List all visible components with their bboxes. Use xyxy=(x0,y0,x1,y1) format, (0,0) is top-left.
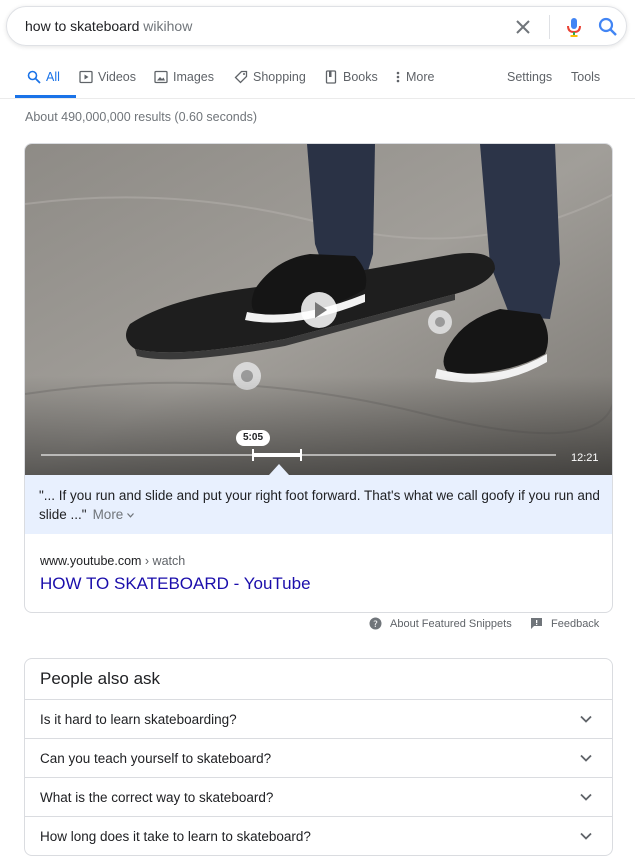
tab-videos[interactable]: Videos xyxy=(79,56,136,98)
paa-title: People also ask xyxy=(40,669,161,688)
play-button[interactable] xyxy=(301,292,337,328)
search-input[interactable]: how to skateboard wikihow xyxy=(25,18,192,34)
tab-more[interactable]: More xyxy=(394,56,434,98)
tab-settings-label: Settings xyxy=(507,70,553,84)
help-icon: ? xyxy=(369,617,382,630)
tab-videos-label: Videos xyxy=(98,70,136,84)
paa-question-row[interactable]: What is the correct way to skateboard? xyxy=(25,777,612,816)
search-icon[interactable] xyxy=(597,16,619,38)
paa-question: Is it hard to learn skateboarding? xyxy=(40,712,237,727)
tab-more-label: More xyxy=(406,70,435,84)
about-featured-snippets-link[interactable]: ? About Featured Snippets xyxy=(369,617,512,630)
about-featured-snippets-label: About Featured Snippets xyxy=(390,617,512,630)
feedback-label: Feedback xyxy=(551,617,600,630)
segment-end-marker xyxy=(300,449,302,461)
key-moment-segment xyxy=(253,453,300,457)
paa-question-row[interactable]: Can you teach yourself to skateboard? xyxy=(25,738,612,777)
video-icon xyxy=(79,70,93,84)
chevron-down-icon xyxy=(580,793,592,801)
segment-start-marker xyxy=(252,449,254,461)
video-thumbnail[interactable]: 5:05 12:21 xyxy=(25,144,612,475)
people-also-ask: People also ask Is it hard to learn skat… xyxy=(24,658,613,856)
tab-settings[interactable]: Settings xyxy=(507,56,552,98)
tab-shopping[interactable]: Shopping xyxy=(234,56,306,98)
tab-images-label: Images xyxy=(173,70,214,84)
paa-question: How long does it take to learn to skateb… xyxy=(40,829,311,844)
feedback-icon xyxy=(531,618,542,629)
result-url: www.youtube.com › watch xyxy=(40,554,185,568)
tab-tools-label: Tools xyxy=(571,70,601,84)
results-stats: About 490,000,000 results (0.60 seconds) xyxy=(25,110,258,124)
tab-all-label: All xyxy=(46,70,60,84)
search-box[interactable]: how to skateboard wikihow xyxy=(6,6,627,46)
video-duration: 12:21 xyxy=(571,452,599,464)
tab-all[interactable]: All xyxy=(15,56,76,98)
tab-tools[interactable]: Tools xyxy=(571,56,600,98)
book-icon xyxy=(325,70,337,84)
image-icon xyxy=(154,70,168,84)
paa-question: Can you teach yourself to skateboard? xyxy=(40,751,272,766)
result-title-link[interactable]: HOW TO SKATEBOARD - YouTube xyxy=(40,574,311,594)
search-tabs: All Videos Images Shopping Books More Se… xyxy=(0,56,635,99)
url-domain: www.youtube.com xyxy=(40,554,142,568)
svg-text:?: ? xyxy=(373,620,378,630)
search-icon xyxy=(27,70,41,84)
chevron-down-icon xyxy=(580,754,592,762)
url-path: › watch xyxy=(144,554,186,568)
chevron-down-icon xyxy=(127,513,135,518)
tab-books[interactable]: Books xyxy=(324,56,378,98)
tab-books-label: Books xyxy=(343,70,378,84)
tab-images[interactable]: Images xyxy=(154,56,214,98)
tag-icon xyxy=(234,70,248,84)
paa-question-row[interactable]: How long does it take to learn to skateb… xyxy=(25,816,612,855)
search-query-text: how to skateboard xyxy=(25,18,140,34)
search-suggestion-suffix: wikihow xyxy=(143,18,193,34)
paa-question-row[interactable]: Is it hard to learn skateboarding? xyxy=(25,699,612,738)
microphone-icon[interactable] xyxy=(563,16,585,38)
more-vert-icon xyxy=(396,71,400,83)
more-label: More xyxy=(92,507,124,522)
search-divider xyxy=(549,15,550,39)
paa-question: What is the correct way to skateboard? xyxy=(40,790,274,805)
feedback-link[interactable]: Feedback xyxy=(530,617,599,630)
quote-pointer xyxy=(269,464,289,475)
snippet-quote: "... If you run and slide and put your r… xyxy=(25,475,612,534)
more-button[interactable]: More xyxy=(93,507,135,522)
chevron-down-icon xyxy=(580,832,592,840)
timestamp-bubble: 5:05 xyxy=(236,430,270,446)
close-icon[interactable] xyxy=(513,17,533,37)
featured-snippet-card: 5:05 12:21 "... If you run and slide and… xyxy=(24,143,613,613)
chevron-down-icon xyxy=(580,715,592,723)
tab-shopping-label: Shopping xyxy=(253,70,306,84)
